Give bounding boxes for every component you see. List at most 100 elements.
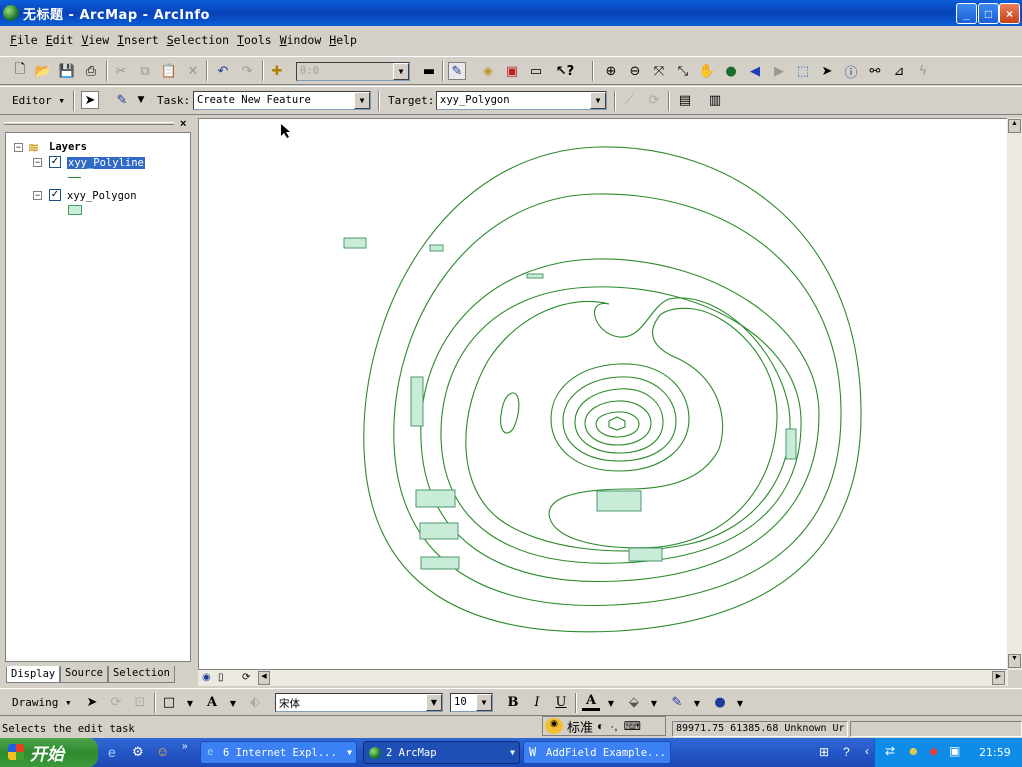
- menu-help[interactable]: Help: [325, 33, 361, 47]
- layout-view-icon[interactable]: ▯: [218, 672, 224, 683]
- drawing-menu[interactable]: Drawing ▾: [12, 696, 72, 709]
- task-internet-explorer[interactable]: e 6 Internet Expl... ▼: [200, 741, 357, 764]
- tray-app-icon[interactable]: ⊞: [819, 745, 829, 759]
- paste-icon[interactable]: 📋: [160, 62, 178, 80]
- edit-tool-arrow-icon[interactable]: ➤: [81, 91, 99, 109]
- menu-selection[interactable]: Selection: [163, 33, 233, 47]
- sketch-properties-icon[interactable]: ▥: [706, 91, 724, 109]
- tab-source[interactable]: Source: [60, 666, 108, 683]
- map-canvas[interactable]: [199, 119, 1007, 669]
- map-scale-combo[interactable]: 0:0 ▼: [296, 62, 410, 81]
- arctoolbox-icon[interactable]: ▣: [503, 62, 521, 80]
- ime-bar[interactable]: ◉ 标准 ◐ ·, ⌨: [542, 716, 666, 736]
- layer-name-polyline[interactable]: xyy_Polyline: [67, 157, 145, 169]
- media-quicklaunch-icon[interactable]: ⚙: [132, 744, 144, 760]
- layers-root-label[interactable]: Layers: [49, 141, 87, 153]
- delete-icon[interactable]: ✕: [184, 62, 202, 80]
- hyperlink-icon[interactable]: ϟ: [914, 62, 932, 80]
- marker-color-dropdown-icon[interactable]: ▼: [731, 694, 749, 712]
- italic-button[interactable]: I: [528, 693, 546, 711]
- task-arcmap[interactable]: 2 ArcMap ▼: [363, 741, 520, 764]
- line-color-dropdown-icon[interactable]: ▼: [688, 694, 706, 712]
- undo-icon[interactable]: ↶: [214, 62, 232, 80]
- font-color-icon[interactable]: A: [582, 693, 600, 711]
- whats-this-icon[interactable]: ↖?: [556, 62, 574, 80]
- rotate-tool-icon[interactable]: ⟳: [645, 91, 663, 109]
- refresh-icon[interactable]: ⟳: [242, 672, 250, 683]
- layer-collapse-icon[interactable]: −: [33, 158, 42, 167]
- new-document-icon[interactable]: 🗋: [11, 62, 29, 80]
- save-icon[interactable]: 💾: [58, 62, 76, 80]
- scroll-left-icon[interactable]: ◀: [258, 671, 270, 685]
- task-addfield-example[interactable]: W AddField Example...: [523, 741, 671, 764]
- line-color-icon[interactable]: ✎: [668, 693, 686, 711]
- zoom-in-icon[interactable]: ⊕: [602, 62, 620, 80]
- select-elements-icon[interactable]: ➤: [818, 62, 836, 80]
- font-combo[interactable]: 宋体 ▼: [275, 693, 443, 712]
- layer-name-polygon[interactable]: xyy_Polygon: [67, 190, 137, 202]
- rotate-element-icon[interactable]: ⟳: [107, 693, 125, 711]
- fill-color-icon[interactable]: ⬙: [625, 693, 643, 711]
- underline-button[interactable]: U: [552, 693, 570, 711]
- start-button[interactable]: 开始: [0, 738, 98, 767]
- scroll-down-icon[interactable]: ▼: [1008, 654, 1021, 668]
- attributes-icon[interactable]: ▤: [676, 91, 694, 109]
- sketch-tool-pencil-icon[interactable]: ✎: [113, 91, 131, 109]
- font-size-combo[interactable]: 10 ▼: [450, 693, 493, 712]
- layer-visibility-checkbox[interactable]: ✓: [49, 156, 61, 168]
- text-tool-icon[interactable]: A: [203, 693, 221, 711]
- split-tool-icon[interactable]: ⟋: [620, 91, 638, 109]
- layer-visibility-checkbox[interactable]: ✓: [49, 189, 61, 201]
- horizontal-scrollbar[interactable]: ◉ ▯ ⟳ ◀ ▶: [198, 670, 1008, 686]
- fill-color-dropdown-icon[interactable]: ▼: [645, 694, 663, 712]
- scroll-up-icon[interactable]: ▲: [1008, 119, 1021, 133]
- zoom-out-icon[interactable]: ⊖: [626, 62, 644, 80]
- pan-hand-icon[interactable]: ✋: [698, 62, 716, 80]
- monitor-tray-icon[interactable]: ▣: [949, 744, 960, 758]
- minimize-button[interactable]: _: [956, 3, 977, 24]
- find-binoculars-icon[interactable]: ⚯: [866, 62, 884, 80]
- menu-insert[interactable]: Insert: [113, 33, 163, 47]
- editor-pencil-icon[interactable]: ✎: [448, 62, 466, 80]
- layers-collapse-icon[interactable]: −: [14, 143, 23, 152]
- zoom-whole-page-icon[interactable]: ⊡: [131, 693, 149, 711]
- target-combo[interactable]: xyy_Polygon ▼: [436, 91, 607, 110]
- edit-vertices-icon[interactable]: ⬖: [246, 693, 264, 711]
- menu-tools[interactable]: Tools: [233, 33, 276, 47]
- fixed-zoom-out-icon[interactable]: ⤡: [674, 62, 692, 80]
- tab-display[interactable]: Display: [6, 666, 61, 683]
- measure-icon[interactable]: ⊿: [890, 62, 908, 80]
- add-data-icon[interactable]: ✚: [268, 62, 286, 80]
- tray-expand-icon[interactable]: ‹: [865, 744, 869, 758]
- scroll-right-icon[interactable]: ▶: [992, 671, 1005, 685]
- ime-halfwidth-icon[interactable]: ◐: [597, 719, 604, 733]
- map-display[interactable]: [198, 118, 1008, 670]
- toc-grip[interactable]: [4, 122, 174, 125]
- bold-button[interactable]: B: [504, 693, 522, 711]
- forward-extent-icon[interactable]: ▶: [770, 62, 788, 80]
- editor-toolbar-icon[interactable]: ▬: [420, 62, 438, 80]
- rectangle-tool-icon[interactable]: □: [160, 693, 178, 711]
- open-folder-icon[interactable]: 📂: [34, 62, 52, 80]
- quicklaunch-more-icon[interactable]: »: [182, 741, 188, 752]
- ime-punctuation-icon[interactable]: ·,: [610, 719, 617, 733]
- arccatalog-icon[interactable]: ◈: [479, 62, 497, 80]
- vertical-scrollbar[interactable]: ▲ ▼: [1007, 118, 1022, 670]
- marker-color-icon[interactable]: ●: [711, 693, 729, 711]
- text-dropdown-icon[interactable]: ▼: [224, 694, 242, 712]
- fixed-zoom-in-icon[interactable]: ⤧: [650, 62, 668, 80]
- menu-view[interactable]: View: [77, 33, 113, 47]
- print-icon[interactable]: ⎙: [82, 62, 100, 80]
- sketch-tool-dropdown-icon[interactable]: ▼: [132, 91, 150, 109]
- toc-close-icon[interactable]: ×: [180, 118, 186, 130]
- menu-window[interactable]: Window: [276, 33, 326, 47]
- full-extent-globe-icon[interactable]: ●: [722, 62, 740, 80]
- menu-file[interactable]: File: [6, 33, 42, 47]
- menu-edit[interactable]: Edit: [42, 33, 78, 47]
- antivirus-tray-icon[interactable]: ◆: [929, 744, 938, 758]
- close-button[interactable]: ×: [999, 3, 1020, 24]
- qq-tray-icon[interactable]: ☻: [907, 744, 920, 758]
- ime-keyboard-icon[interactable]: ⌨: [624, 719, 641, 733]
- tab-selection[interactable]: Selection: [108, 666, 175, 683]
- task-combo[interactable]: Create New Feature ▼: [193, 91, 371, 110]
